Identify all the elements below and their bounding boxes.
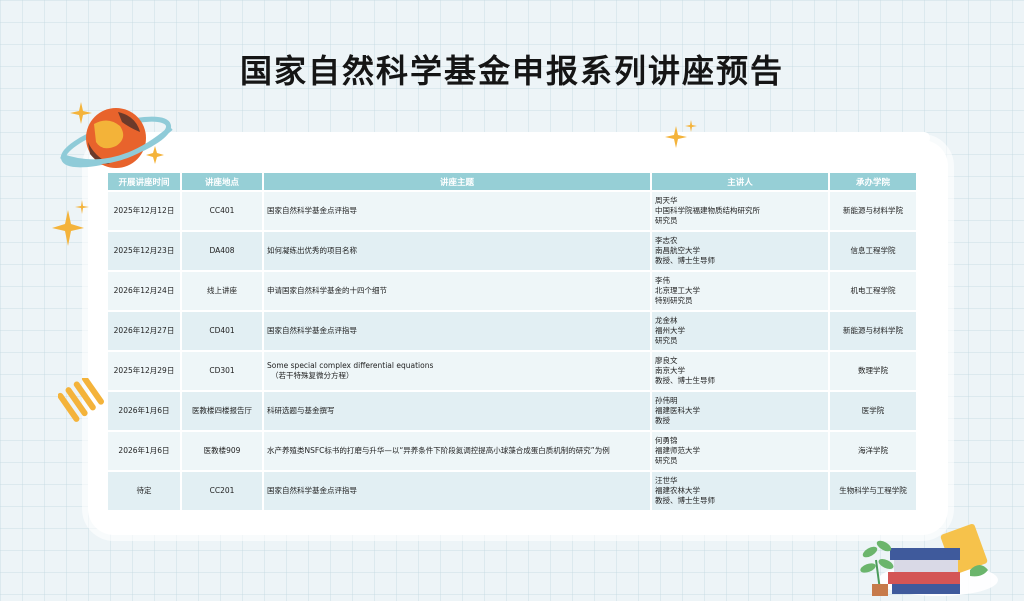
speaker-title: 教授、博士生导师 bbox=[655, 376, 715, 385]
speaker-name: 李志农 bbox=[655, 236, 678, 245]
cell-topic: 国家自然科学基金点评指导 bbox=[264, 192, 650, 230]
cell-college: 信息工程学院 bbox=[830, 232, 916, 270]
cell-topic: 水产养殖类NSFC标书的打磨与升华—以“异养条件下阶段氮调控提高小球藻合成蛋白质… bbox=[264, 432, 650, 470]
header-topic: 讲座主题 bbox=[264, 173, 650, 190]
speaker-affiliation: 北京理工大学 bbox=[655, 286, 700, 295]
star-icon bbox=[70, 102, 92, 124]
cell-date: 2026年12月27日 bbox=[108, 312, 180, 350]
speaker-affiliation: 南京大学 bbox=[655, 366, 685, 375]
header-college: 承办学院 bbox=[830, 173, 916, 190]
cell-speaker: 孙伟明 福建医科大学 教授 bbox=[652, 392, 828, 430]
topic-text: 国家自然科学基金点评指导 bbox=[267, 486, 357, 495]
lecture-schedule-table: 开展讲座时间 讲座地点 讲座主题 主讲人 承办学院 2025年12月12日 CC… bbox=[106, 171, 918, 512]
cell-venue: 医教楼909 bbox=[182, 432, 262, 470]
cell-venue: CC401 bbox=[182, 192, 262, 230]
cell-venue: DA408 bbox=[182, 232, 262, 270]
topic-text: 申请国家自然科学基金的十四个细节 bbox=[267, 286, 387, 295]
table-row: 2026年1月6日 医教楼四楼报告厅 科研选题与基金撰写 孙伟明 福建医科大学 教授… bbox=[108, 392, 916, 430]
page-title: 国家自然科学基金申报系列讲座预告 bbox=[239, 52, 784, 90]
speaker-title: 特别研究员 bbox=[655, 296, 693, 305]
sparkle-icon bbox=[52, 200, 89, 246]
table-row: 2025年12月12日 CC401 国家自然科学基金点评指导 周天华 中国科学院福… bbox=[108, 192, 916, 230]
speaker-title: 研究员 bbox=[655, 456, 678, 465]
cell-college: 生物科学与工程学院 bbox=[830, 472, 916, 510]
cell-college: 新能源与材料学院 bbox=[830, 192, 916, 230]
sparkle-icon bbox=[665, 120, 697, 148]
cell-topic: 申请国家自然科学基金的十四个细节 bbox=[264, 272, 650, 310]
header-speaker: 主讲人 bbox=[652, 173, 828, 190]
cell-date: 2025年12月23日 bbox=[108, 232, 180, 270]
cell-speaker: 何勇锦 福建师范大学 研究员 bbox=[652, 432, 828, 470]
topic-text: Some special complex differential equati… bbox=[267, 361, 434, 370]
table-row: 待定 CC201 国家自然科学基金点评指导 汪世华 福建农林大学 教授、博士生导师 … bbox=[108, 472, 916, 510]
speaker-name: 龙金林 bbox=[655, 316, 678, 325]
speaker-name: 孙伟明 bbox=[655, 396, 678, 405]
speaker-title: 教授、博士生导师 bbox=[655, 256, 715, 265]
cell-date: 2026年12月24日 bbox=[108, 272, 180, 310]
cell-speaker: 廖良文 南京大学 教授、博士生导师 bbox=[652, 352, 828, 390]
table-row: 2026年12月24日 线上讲座 申请国家自然科学基金的十四个细节 李伟 北京理工… bbox=[108, 272, 916, 310]
speaker-affiliation: 中国科学院福建物质结构研究所 bbox=[655, 206, 760, 215]
cell-date: 2025年12月29日 bbox=[108, 352, 180, 390]
cell-venue: CD401 bbox=[182, 312, 262, 350]
speaker-title: 教授 bbox=[655, 416, 670, 425]
table-row: 2025年12月29日 CD301 Some special complex d… bbox=[108, 352, 916, 390]
cell-college: 医学院 bbox=[830, 392, 916, 430]
stripes-decoration-icon bbox=[58, 378, 104, 422]
table-header-row: 开展讲座时间 讲座地点 讲座主题 主讲人 承办学院 bbox=[108, 173, 916, 190]
cell-date: 2026年1月6日 bbox=[108, 432, 180, 470]
speaker-name: 何勇锦 bbox=[655, 436, 678, 445]
table-row: 2026年1月6日 医教楼909 水产养殖类NSFC标书的打磨与升华—以“异养条… bbox=[108, 432, 916, 470]
cell-speaker: 周天华 中国科学院福建物质结构研究所 研究员 bbox=[652, 192, 828, 230]
speaker-title: 研究员 bbox=[655, 216, 678, 225]
cell-speaker: 汪世华 福建农林大学 教授、博士生导师 bbox=[652, 472, 828, 510]
table-row: 2025年12月23日 DA408 如何凝练出优秀的项目名称 李志农 南昌航空大学… bbox=[108, 232, 916, 270]
speaker-name: 周天华 bbox=[655, 196, 678, 205]
speaker-affiliation: 福建农林大学 bbox=[655, 486, 700, 495]
speaker-affiliation: 福建师范大学 bbox=[655, 446, 700, 455]
card-top-edge bbox=[100, 132, 930, 144]
cell-speaker: 龙金林 福州大学 研究员 bbox=[652, 312, 828, 350]
speaker-name: 汪世华 bbox=[655, 476, 678, 485]
cell-speaker: 李伟 北京理工大学 特别研究员 bbox=[652, 272, 828, 310]
cell-date: 待定 bbox=[108, 472, 180, 510]
header-venue: 讲座地点 bbox=[182, 173, 262, 190]
books-plant-icon bbox=[860, 523, 998, 596]
cell-college: 海洋学院 bbox=[830, 432, 916, 470]
cell-venue: CC201 bbox=[182, 472, 262, 510]
cell-topic: 如何凝练出优秀的项目名称 bbox=[264, 232, 650, 270]
cell-topic: 科研选题与基金撰写 bbox=[264, 392, 650, 430]
topic-text: 国家自然科学基金点评指导 bbox=[267, 206, 357, 215]
table-row: 2026年12月27日 CD401 国家自然科学基金点评指导 龙金林 福州大学 研究… bbox=[108, 312, 916, 350]
topic-text: 科研选题与基金撰写 bbox=[267, 406, 335, 415]
topic-subtext: （若干特殊复微分方程） bbox=[271, 371, 354, 380]
star-icon bbox=[146, 146, 164, 164]
topic-text: 国家自然科学基金点评指导 bbox=[267, 326, 357, 335]
topic-text: 如何凝练出优秀的项目名称 bbox=[267, 246, 357, 255]
cell-venue: CD301 bbox=[182, 352, 262, 390]
cell-speaker: 李志农 南昌航空大学 教授、博士生导师 bbox=[652, 232, 828, 270]
cell-date: 2025年12月12日 bbox=[108, 192, 180, 230]
speaker-affiliation: 福建医科大学 bbox=[655, 406, 700, 415]
speaker-title: 研究员 bbox=[655, 336, 678, 345]
cell-date: 2026年1月6日 bbox=[108, 392, 180, 430]
cell-topic: 国家自然科学基金点评指导 bbox=[264, 312, 650, 350]
cell-college: 机电工程学院 bbox=[830, 272, 916, 310]
cell-college: 新能源与材料学院 bbox=[830, 312, 916, 350]
speaker-affiliation: 福州大学 bbox=[655, 326, 685, 335]
topic-text: 水产养殖类NSFC标书的打磨与升华—以“异养条件下阶段氮调控提高小球藻合成蛋白质… bbox=[267, 446, 610, 455]
speaker-title: 教授、博士生导师 bbox=[655, 496, 715, 505]
cell-venue: 线上讲座 bbox=[182, 272, 262, 310]
header-date: 开展讲座时间 bbox=[108, 173, 180, 190]
cell-topic: Some special complex differential equati… bbox=[264, 352, 650, 390]
cell-venue: 医教楼四楼报告厅 bbox=[182, 392, 262, 430]
cell-college: 数理学院 bbox=[830, 352, 916, 390]
speaker-name: 廖良文 bbox=[655, 356, 678, 365]
speaker-affiliation: 南昌航空大学 bbox=[655, 246, 700, 255]
cell-topic: 国家自然科学基金点评指导 bbox=[264, 472, 650, 510]
speaker-name: 李伟 bbox=[655, 276, 670, 285]
